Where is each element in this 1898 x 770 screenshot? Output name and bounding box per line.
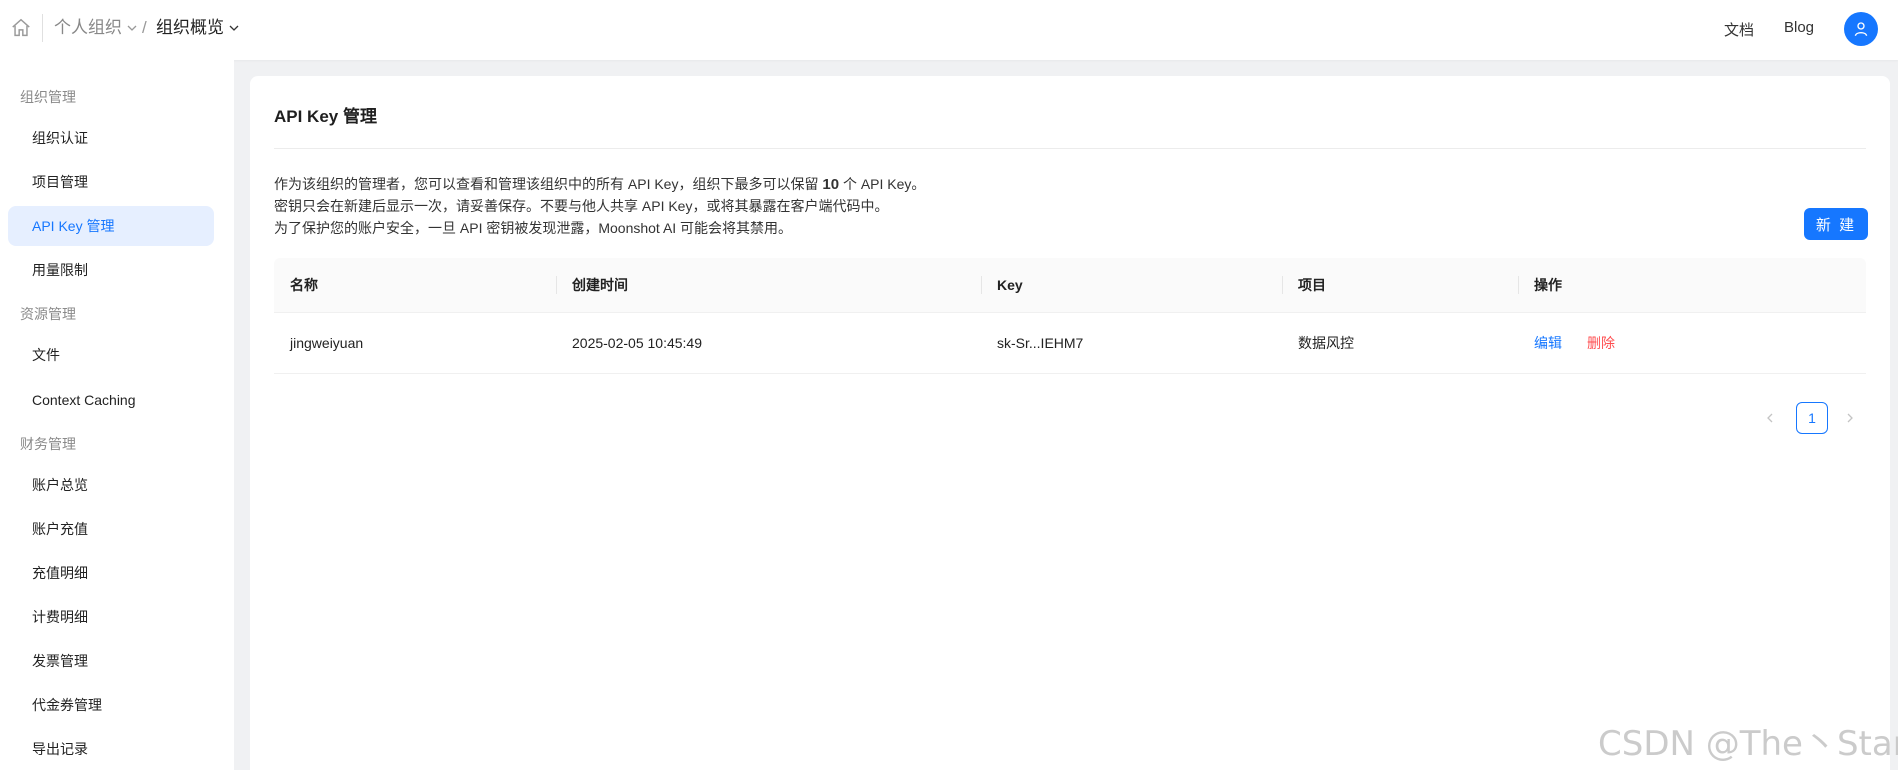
breadcrumb-page[interactable]: 组织概览	[156, 16, 240, 40]
sidebar-item-invoices[interactable]: 发票管理	[8, 641, 214, 681]
divider	[981, 276, 982, 294]
sidebar-item-export-records[interactable]: 导出记录	[8, 729, 214, 769]
max-key-count: 10	[822, 176, 840, 193]
sidebar-item-recharge[interactable]: 账户充值	[8, 509, 214, 549]
sidebar-item-projects[interactable]: 项目管理	[8, 162, 214, 202]
column-header-created: 创建时间	[572, 277, 628, 293]
user-icon	[1854, 22, 1868, 37]
sidebar-item-billing-details[interactable]: 计费明细	[8, 597, 214, 637]
api-key-value: sk-Sr...IEHM7	[997, 335, 1084, 351]
watermark: CSDN @The丶Star	[1598, 724, 1898, 764]
new-key-button[interactable]: 新 建	[1804, 208, 1868, 240]
top-bar: 个人组织 / 组织概览 文档 Blog	[0, 0, 1898, 60]
prev-page-button[interactable]	[1758, 402, 1782, 434]
chevron-down-icon	[127, 25, 137, 31]
next-page-button[interactable]	[1838, 402, 1862, 434]
sidebar-item-api-keys[interactable]: API Key 管理	[8, 206, 214, 246]
description-line: 密钥只会在新建后显示一次，请妥善保存。不要与他人共享 API Key，或将其暴露…	[274, 198, 889, 214]
sidebar-item-org-verification[interactable]: 组织认证	[8, 118, 214, 158]
table-header: 名称 创建时间 Key 项目 操作	[274, 258, 1866, 313]
column-header-name: 名称	[290, 277, 318, 293]
divider	[1282, 276, 1283, 294]
sidebar-item-usage-limits[interactable]: 用量限制	[8, 250, 214, 290]
sidebar-group-title: 组织管理	[20, 89, 76, 105]
blog-link[interactable]: Blog	[1784, 19, 1814, 36]
description-text: 个 API Key。	[842, 176, 926, 192]
sidebar-group-title: 财务管理	[20, 436, 76, 452]
table-row: jingweiyuan 2025-02-05 10:45:49 sk-Sr...…	[274, 313, 1866, 374]
description-line: 为了保护您的账户安全，一旦 API 密钥被发现泄露，Moonshot AI 可能…	[274, 220, 793, 236]
sidebar-item-context-caching[interactable]: Context Caching	[8, 380, 214, 420]
description-text: 作为该组织的管理者，您可以查看和管理该组织中的所有 API Key，组织下最多可…	[274, 176, 819, 192]
breadcrumb-org[interactable]: 个人组织	[54, 16, 138, 40]
sidebar-item-vouchers[interactable]: 代金券管理	[8, 685, 214, 725]
divider	[556, 276, 557, 294]
column-header-key: Key	[997, 277, 1023, 293]
project-name: 数据风控	[1298, 335, 1354, 351]
api-key-card: API Key 管理 作为该组织的管理者，您可以查看和管理该组织中的所有 API…	[250, 76, 1890, 770]
created-time: 2025-02-05 10:45:49	[572, 335, 702, 351]
chevron-left-icon	[1767, 413, 1773, 423]
sidebar-group-title: 资源管理	[20, 306, 76, 322]
sidebar-item-account-overview[interactable]: 账户总览	[8, 465, 214, 505]
chevron-right-icon	[1847, 413, 1853, 423]
docs-link[interactable]: 文档	[1724, 19, 1754, 40]
description-line: 作为该组织的管理者，您可以查看和管理该组织中的所有 API Key，组织下最多可…	[274, 174, 925, 195]
home-icon[interactable]	[10, 17, 32, 39]
delete-link[interactable]: 删除	[1587, 313, 1615, 373]
column-header-actions: 操作	[1534, 277, 1562, 293]
column-header-project: 项目	[1298, 277, 1326, 293]
avatar[interactable]	[1844, 12, 1878, 46]
breadcrumb-page-label: 组织概览	[156, 18, 224, 37]
page-1-button[interactable]: 1	[1796, 402, 1828, 434]
sidebar-item-recharge-details[interactable]: 充值明细	[8, 553, 214, 593]
divider	[274, 148, 1866, 149]
breadcrumb-org-label: 个人组织	[54, 18, 122, 37]
page-title: API Key 管理	[274, 107, 377, 126]
breadcrumb-separator: /	[142, 18, 147, 37]
divider	[1518, 276, 1519, 294]
key-name: jingweiyuan	[290, 335, 364, 351]
sidebar-item-files[interactable]: 文件	[8, 335, 214, 375]
chevron-down-icon	[229, 25, 239, 31]
sidebar: 组织管理 组织认证 项目管理 API Key 管理 用量限制 资源管理 文件 C…	[0, 60, 234, 770]
edit-link[interactable]: 编辑	[1534, 313, 1562, 373]
divider	[42, 14, 43, 42]
